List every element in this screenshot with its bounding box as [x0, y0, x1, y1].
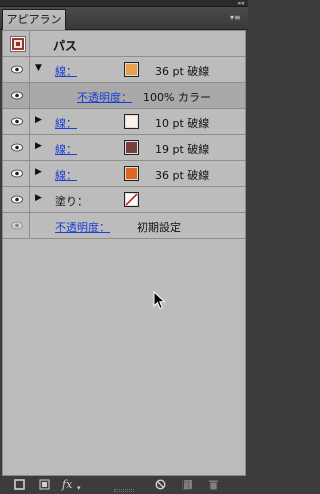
- add-fill-icon[interactable]: [39, 479, 50, 492]
- stroke-color-swatch[interactable]: [124, 166, 139, 181]
- visibility-eye-icon[interactable]: [11, 117, 23, 126]
- opacity-row-2[interactable]: 不透明度： 初期設定: [3, 213, 245, 239]
- resize-grip[interactable]: [114, 489, 134, 492]
- object-header-row: パス: [3, 31, 245, 57]
- stroke-value: 19 pt 破線: [155, 143, 210, 156]
- divider: [29, 161, 30, 186]
- delete-item-icon[interactable]: [208, 479, 219, 492]
- divider: [29, 213, 30, 238]
- fill-label[interactable]: 塗り：: [55, 193, 88, 209]
- opacity-value: 初期設定: [137, 221, 181, 234]
- fx-dropdown-chevron-icon[interactable]: ▾: [77, 483, 81, 494]
- divider: [29, 31, 30, 56]
- panel-tabbar: アピアランス ▾≡: [0, 7, 248, 46]
- opacity-row-1[interactable]: 不透明度： 100% カラー: [3, 83, 245, 109]
- duplicate-item-icon[interactable]: [182, 479, 193, 492]
- divider: [29, 109, 30, 134]
- stroke-color-swatch[interactable]: [124, 114, 139, 129]
- clear-appearance-icon[interactable]: [155, 479, 166, 492]
- stroke-row-2[interactable]: ▶ 線： 10 pt 破線: [3, 109, 245, 135]
- visibility-eye-icon[interactable]: [11, 143, 23, 152]
- stroke-row-4[interactable]: ▶ 線： 36 pt 破線: [3, 161, 245, 187]
- opacity-value: 100% カラー: [143, 91, 211, 104]
- visibility-eye-icon[interactable]: [11, 195, 23, 204]
- appearance-panel: パス ▼ 線： 36 pt 破線 不透明度： 100% カラー ▶ 線： 10 …: [2, 30, 246, 476]
- expand-triangle-icon[interactable]: ▶: [35, 115, 42, 125]
- fx-icon[interactable]: fx: [62, 479, 72, 490]
- panel-menu-icon[interactable]: ▾≡: [230, 13, 242, 23]
- visibility-eye-icon[interactable]: [11, 91, 23, 100]
- stroke-color-swatch[interactable]: [124, 140, 139, 155]
- visibility-eye-icon[interactable]: [11, 221, 23, 230]
- stroke-value: 10 pt 破線: [155, 117, 210, 130]
- divider: [29, 83, 30, 108]
- stroke-label-link[interactable]: 線：: [55, 167, 77, 183]
- divider: [29, 187, 30, 212]
- stroke-value: 36 pt 破線: [155, 65, 210, 78]
- panel-footer: fx ▾: [2, 476, 246, 493]
- stroke-row-3[interactable]: ▶ 線： 19 pt 破線: [3, 135, 245, 161]
- stroke-label-link[interactable]: 線：: [55, 115, 77, 131]
- expand-triangle-icon[interactable]: ▶: [35, 193, 42, 203]
- fill-row[interactable]: ▶ 塗り：: [3, 187, 245, 213]
- add-stroke-icon[interactable]: [14, 479, 25, 492]
- expand-triangle-icon[interactable]: ▶: [35, 141, 42, 151]
- stroke-label-link[interactable]: 線：: [55, 141, 77, 157]
- opacity-label-link[interactable]: 不透明度：: [55, 219, 110, 235]
- collapse-triangle-icon[interactable]: ▼: [35, 63, 42, 73]
- panel-titlebar: ◂◂: [0, 0, 248, 7]
- divider: [29, 57, 30, 82]
- divider: [29, 135, 30, 160]
- object-title: パス: [53, 39, 78, 53]
- fill-none-swatch[interactable]: [124, 192, 139, 207]
- tab-appearance[interactable]: アピアランス: [2, 9, 66, 46]
- opacity-label-link[interactable]: 不透明度：: [77, 89, 132, 105]
- stroke-value: 36 pt 破線: [155, 169, 210, 182]
- mouse-cursor-icon: [153, 291, 166, 310]
- stroke-label-link[interactable]: 線：: [55, 63, 77, 79]
- visibility-eye-icon[interactable]: [11, 169, 23, 178]
- path-object-icon: [10, 36, 26, 52]
- stroke-row-1[interactable]: ▼ 線： 36 pt 破線: [3, 57, 245, 83]
- visibility-eye-icon[interactable]: [11, 65, 23, 74]
- stroke-color-swatch[interactable]: [124, 62, 139, 77]
- expand-triangle-icon[interactable]: ▶: [35, 167, 42, 177]
- collapse-panel-icon[interactable]: ◂◂: [237, 0, 244, 7]
